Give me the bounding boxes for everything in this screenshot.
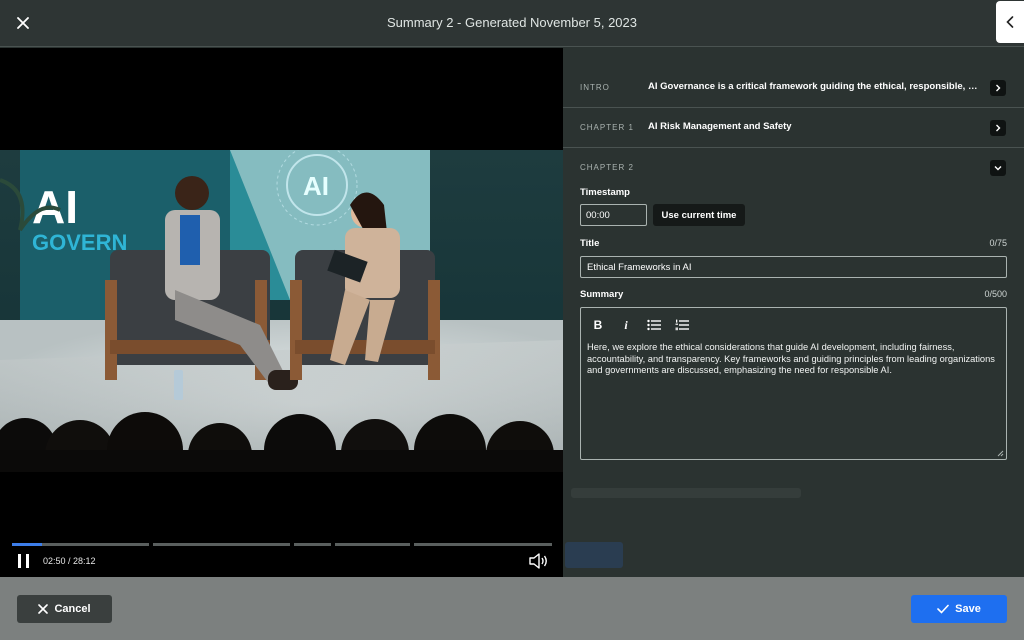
chevron-right-icon [996, 84, 1001, 92]
footer: Cancel Save [0, 577, 1024, 640]
progress-segment[interactable] [153, 543, 290, 546]
title-label: Title [580, 238, 600, 249]
editor-toolbar: B i [589, 317, 691, 333]
chapter-label: CHAPTER 2 [580, 163, 634, 172]
close-icon [38, 604, 49, 614]
pause-icon [18, 554, 21, 568]
chapter-text: AI Risk Management and Safety [648, 121, 792, 132]
timestamp-label: Timestamp [580, 187, 630, 198]
page-title: Summary 2 - Generated November 5, 2023 [386, 15, 637, 30]
bullet-list-button[interactable] [645, 317, 663, 333]
video-frame[interactable]: AI GOVERN AI [0, 150, 563, 472]
video-player[interactable]: AI GOVERN AI 02:50 / 28:12 [0, 48, 563, 577]
collapse-chapter-button[interactable] [990, 160, 1006, 176]
italic-button[interactable]: i [617, 317, 635, 333]
bullet-list-icon [647, 319, 661, 331]
background-blur [565, 542, 623, 568]
progress-fill [12, 543, 42, 546]
screen-text: AI [303, 171, 329, 201]
cancel-button[interactable]: Cancel [17, 595, 112, 623]
pause-button[interactable] [16, 554, 32, 568]
chapter-row-2[interactable]: CHAPTER 2 [563, 148, 1024, 188]
stage-sign-line2: GOVERN [32, 230, 127, 255]
chapter-label: INTRO [580, 83, 610, 92]
cancel-label: Cancel [54, 603, 91, 615]
video-scene: AI GOVERN AI [0, 150, 563, 472]
progress-segment[interactable] [414, 543, 552, 546]
summary-editor[interactable]: B i Here, we explore the ethical conside… [580, 307, 1007, 460]
collapse-panel-button[interactable] [996, 1, 1024, 43]
volume-button[interactable] [528, 552, 550, 570]
chapter-text: AI Governance is a critical framework gu… [648, 81, 978, 92]
summary-text[interactable]: Here, we explore the ethical considerati… [587, 342, 997, 377]
use-current-time-button[interactable]: Use current time [653, 204, 745, 226]
top-bar: Summary 2 - Generated November 5, 2023 [0, 0, 1024, 47]
time-readout: 02:50 / 28:12 [43, 556, 96, 566]
chapters-panel: INTRO AI Governance is a critical framew… [563, 48, 1024, 577]
chapter-row-intro[interactable]: INTRO AI Governance is a critical framew… [563, 68, 1024, 108]
progress-segment[interactable] [335, 543, 410, 546]
video-controls: 02:50 / 28:12 [0, 538, 563, 577]
volume-icon [529, 553, 547, 569]
expand-chapter-button[interactable] [990, 120, 1006, 136]
check-icon [937, 604, 949, 614]
numbered-list-icon [675, 319, 689, 331]
expand-chapter-button[interactable] [990, 80, 1006, 96]
chapter-label: CHAPTER 1 [580, 123, 634, 132]
chapter-row-1[interactable]: CHAPTER 1 AI Risk Management and Safety [563, 108, 1024, 148]
summary-counter: 0/500 [984, 289, 1007, 299]
progress-segment[interactable] [294, 543, 331, 546]
resize-handle-icon[interactable] [997, 450, 1004, 457]
save-label: Save [955, 603, 981, 615]
progress-segment[interactable] [12, 543, 149, 546]
bold-button[interactable]: B [589, 317, 607, 333]
summary-label: Summary [580, 289, 624, 300]
title-counter: 0/75 [989, 238, 1007, 248]
chevron-left-icon [1006, 16, 1014, 28]
chevron-down-icon [994, 166, 1002, 171]
numbered-list-button[interactable] [673, 317, 691, 333]
save-button[interactable]: Save [911, 595, 1007, 623]
title-input[interactable] [580, 256, 1007, 278]
chevron-right-icon [996, 124, 1001, 132]
progress-bar[interactable] [12, 543, 552, 546]
timestamp-input[interactable] [580, 204, 647, 226]
background-blur [571, 488, 801, 498]
